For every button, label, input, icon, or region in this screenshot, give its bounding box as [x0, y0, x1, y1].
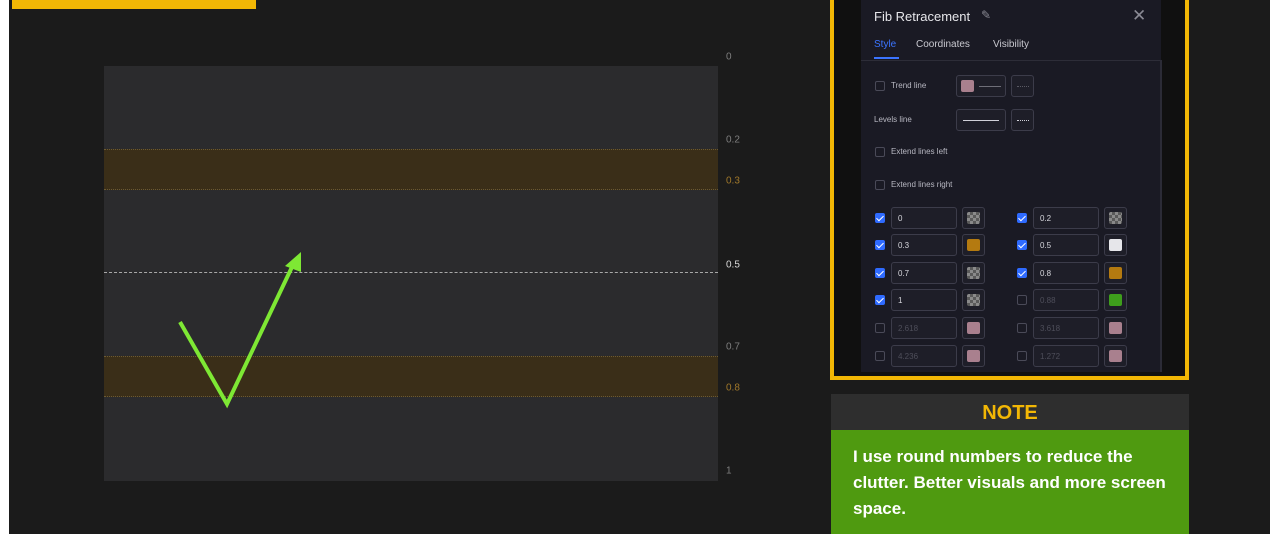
- level-color-swatch: [967, 212, 980, 224]
- note-title: NOTE: [982, 402, 1038, 424]
- tab-style[interactable]: Style: [874, 39, 896, 50]
- trend-line-label: Trend line: [891, 81, 927, 90]
- level-value-input[interactable]: 1: [891, 289, 957, 311]
- level-color-swatch: [1109, 212, 1122, 224]
- level-value-input[interactable]: 0.7: [891, 262, 957, 284]
- fib-band-0.7-0.8: [104, 356, 718, 397]
- note-text: I use round numbers to reduce the clutte…: [853, 447, 1166, 518]
- level-color-picker[interactable]: [962, 345, 985, 367]
- level-label-0.5: 0.5: [726, 259, 740, 271]
- note-header: NOTE: [831, 394, 1189, 430]
- level-color-swatch: [967, 239, 980, 251]
- level-value-input[interactable]: 0: [891, 207, 957, 229]
- close-icon[interactable]: ✕: [1132, 6, 1146, 26]
- level-checkbox[interactable]: [875, 268, 885, 278]
- level-color-picker[interactable]: [962, 289, 985, 311]
- level-value-input[interactable]: 0.2: [1033, 207, 1099, 229]
- level-color-swatch: [1109, 294, 1122, 306]
- level-color-swatch: [967, 267, 980, 279]
- level-checkbox[interactable]: [875, 240, 885, 250]
- level-color-picker[interactable]: [962, 234, 985, 256]
- level-color-picker[interactable]: [1104, 234, 1127, 256]
- extend-left-checkbox[interactable]: [875, 147, 885, 157]
- tab-divider: [861, 60, 1161, 61]
- levels-line-label: Levels line: [874, 115, 912, 124]
- level-checkbox[interactable]: [1017, 240, 1027, 250]
- level-label-1: 1: [726, 465, 732, 477]
- trend-line-dash-picker[interactable]: [1011, 75, 1034, 97]
- level-label-0.3: 0.3: [726, 175, 740, 187]
- level-color-swatch: [1109, 322, 1122, 334]
- trend-line-color-picker[interactable]: [956, 75, 1006, 97]
- extend-right-checkbox[interactable]: [875, 180, 885, 190]
- level-color-picker[interactable]: [1104, 262, 1127, 284]
- level-value-input[interactable]: 0.88: [1033, 289, 1099, 311]
- level-color-picker[interactable]: [1104, 289, 1127, 311]
- level-checkbox[interactable]: [875, 351, 885, 361]
- level-color-swatch: [1109, 267, 1122, 279]
- level-checkbox[interactable]: [1017, 323, 1027, 333]
- level-value-input[interactable]: 4.236: [891, 345, 957, 367]
- level-label-0.2: 0.2: [726, 134, 740, 146]
- level-color-picker[interactable]: [1104, 317, 1127, 339]
- level-checkbox[interactable]: [875, 213, 885, 223]
- level-color-picker[interactable]: [1104, 207, 1127, 229]
- extend-left-label: Extend lines left: [891, 147, 948, 156]
- level-value-input[interactable]: 2.618: [891, 317, 957, 339]
- level-color-picker[interactable]: [962, 317, 985, 339]
- level-checkbox[interactable]: [875, 323, 885, 333]
- level-color-swatch: [967, 350, 980, 362]
- level-label-0.7: 0.7: [726, 341, 740, 353]
- level-color-picker[interactable]: [1104, 345, 1127, 367]
- levels-line-dash-picker[interactable]: [1011, 109, 1034, 131]
- dialog-title: Fib Retracement: [874, 9, 971, 24]
- level-color-swatch: [1109, 239, 1122, 251]
- levels-line-style-picker[interactable]: [956, 109, 1006, 131]
- level-color-picker[interactable]: [962, 207, 985, 229]
- dotted-line-icon: [1017, 120, 1029, 121]
- level-color-swatch: [967, 322, 980, 334]
- trend-line-checkbox[interactable]: [875, 81, 885, 91]
- active-tab-underline: [874, 57, 899, 59]
- level-label-0.8: 0.8: [726, 382, 740, 394]
- right-border: [1270, 0, 1279, 534]
- level-checkbox[interactable]: [1017, 295, 1027, 305]
- extend-right-label: Extend lines right: [891, 180, 953, 189]
- dotted-line-icon: [1017, 86, 1029, 87]
- level-value-input[interactable]: 1.272: [1033, 345, 1099, 367]
- trend-line-style-preview: [979, 86, 1001, 87]
- level-color-picker[interactable]: [962, 262, 985, 284]
- fib-band-0.2-0.3: [104, 149, 718, 190]
- level-value-input[interactable]: 0.5: [1033, 234, 1099, 256]
- level-label-0: 0: [726, 51, 732, 63]
- trend-line-color-swatch: [961, 80, 974, 92]
- level-color-swatch: [967, 294, 980, 306]
- solid-line-icon: [963, 120, 999, 121]
- dialog-scrollbar[interactable]: [1160, 60, 1162, 372]
- level-value-input[interactable]: 3.618: [1033, 317, 1099, 339]
- level-value-input[interactable]: 0.8: [1033, 262, 1099, 284]
- fib-line-0.5: [104, 272, 718, 273]
- tab-visibility[interactable]: Visibility: [993, 39, 1029, 50]
- top-yellow-tag: [12, 0, 256, 9]
- level-color-swatch: [1109, 350, 1122, 362]
- level-value-input[interactable]: 0.3: [891, 234, 957, 256]
- level-checkbox[interactable]: [1017, 351, 1027, 361]
- level-checkbox[interactable]: [875, 295, 885, 305]
- left-border: [0, 0, 9, 534]
- level-checkbox[interactable]: [1017, 213, 1027, 223]
- note-body: I use round numbers to reduce the clutte…: [831, 430, 1189, 534]
- pencil-icon[interactable]: ✎: [981, 8, 991, 22]
- fib-chart-area: [104, 66, 718, 481]
- level-checkbox[interactable]: [1017, 268, 1027, 278]
- tab-coordinates[interactable]: Coordinates: [916, 39, 970, 50]
